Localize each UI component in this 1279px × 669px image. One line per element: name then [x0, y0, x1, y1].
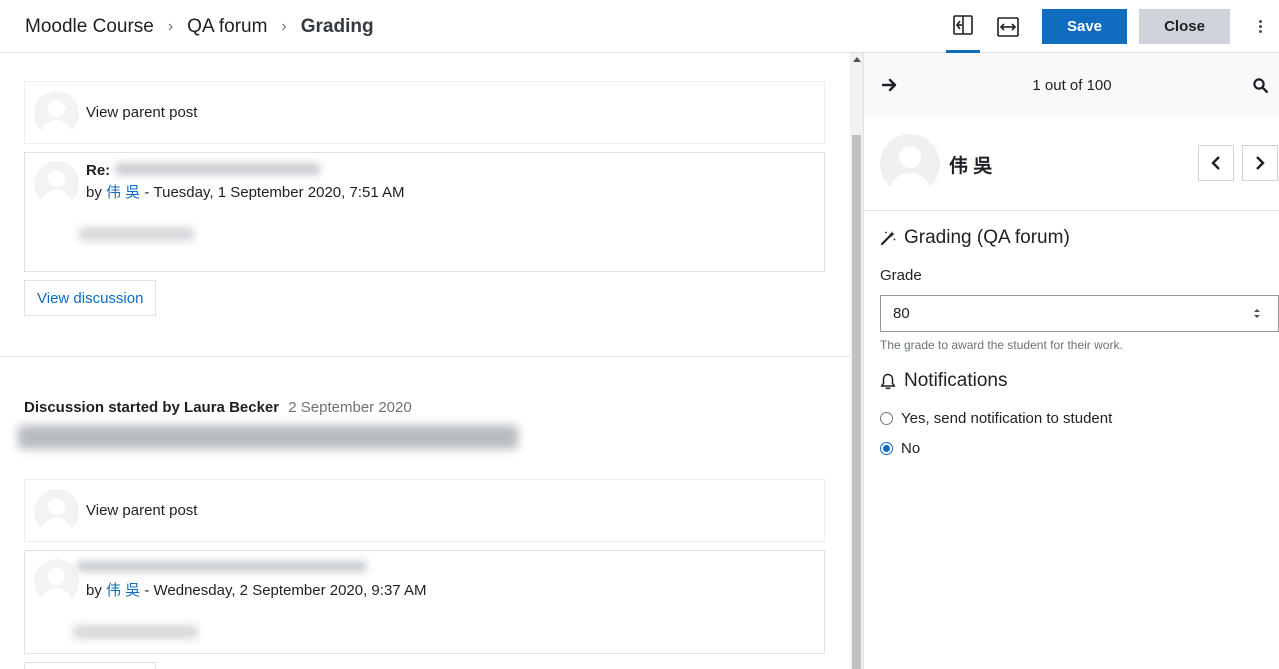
avatar — [880, 134, 940, 194]
reply-post-card: Re: by 伟 吳 - Tuesday, 1 September 2020, … — [24, 152, 825, 272]
collapse-grader-icon — [953, 15, 973, 35]
breadcrumb-separator: › — [167, 17, 174, 35]
avatar — [34, 559, 79, 604]
by-label: by — [86, 582, 102, 599]
divider — [0, 356, 850, 357]
scroll-up-arrow-icon[interactable] — [853, 57, 861, 62]
post-meta: by 伟 吳 - Tuesday, 1 September 2020, 7:51… — [86, 181, 405, 202]
previous-user-button[interactable] — [1198, 145, 1234, 181]
view-discussion-button[interactable]: View discussion — [24, 280, 157, 316]
notify-no-option[interactable]: No — [880, 440, 920, 457]
next-user-button[interactable] — [1242, 145, 1278, 181]
grade-label: Grade — [880, 267, 922, 284]
discussion-header: Discussion started by Laura Becker 2 Sep… — [24, 399, 412, 416]
blurred-discussion-title — [18, 425, 518, 449]
author-link[interactable]: 伟 吳 — [106, 184, 140, 201]
breadcrumb-current: Grading — [300, 15, 374, 37]
parent-post-card: View parent post — [24, 479, 825, 542]
notify-no-label: No — [901, 440, 921, 457]
view-fullwidth-icon — [997, 16, 1019, 37]
by-label: by — [86, 184, 102, 201]
close-button[interactable]: Close — [1139, 9, 1230, 44]
grade-help-text: The grade to award the student for their… — [880, 338, 1123, 352]
user-counter: 1 out of 100 — [1032, 77, 1112, 94]
scrollbar[interactable] — [850, 53, 863, 669]
search-icon[interactable] — [1253, 78, 1269, 97]
grading-section-title: Grading (QA forum) — [880, 227, 1070, 249]
blurred-message — [79, 227, 194, 241]
grade-input[interactable] — [880, 295, 1279, 332]
current-user: 伟 吳 — [864, 117, 1279, 211]
magic-wand-icon — [880, 231, 896, 246]
notifications-title: Notifications — [904, 370, 1008, 391]
avatar — [34, 91, 79, 136]
notifications-section-title: Notifications — [880, 370, 1008, 392]
breadcrumb: Moodle Course › QA forum › Grading — [25, 0, 374, 53]
scroll-thumb[interactable] — [852, 135, 861, 669]
discussion-started-by: Discussion started by Laura Becker — [24, 399, 280, 416]
grading-panel: 1 out of 100 伟 吳 Grading (QA forum) Grad… — [863, 53, 1279, 669]
post-date: - Wednesday, 2 September 2020, 9:37 AM — [140, 582, 427, 599]
fullwidth-button[interactable] — [991, 0, 1025, 53]
blurred-subject — [77, 561, 367, 572]
breadcrumb-forum[interactable]: QA forum — [187, 16, 267, 38]
number-spinner-icon[interactable] — [1252, 306, 1262, 321]
collapse-grader-button[interactable] — [946, 0, 980, 53]
notify-yes-radio[interactable] — [880, 412, 893, 425]
more-options-icon[interactable] — [1252, 15, 1268, 37]
chevron-left-icon — [1211, 156, 1220, 170]
blurred-message — [73, 625, 198, 639]
discussion-date: 2 September 2020 — [288, 399, 412, 416]
view-parent-post-link[interactable]: View parent post — [86, 104, 197, 121]
reply-subject: Re: — [86, 162, 111, 179]
chevron-right-icon — [1256, 156, 1265, 170]
submission-content: View parent post Re: by 伟 吳 - Tuesday, 1… — [0, 53, 850, 669]
breadcrumb-separator: › — [281, 17, 287, 35]
reply-post-card: by 伟 吳 - Wednesday, 2 September 2020, 9:… — [24, 550, 825, 654]
user-name: 伟 吳 — [949, 156, 993, 177]
view-parent-post-link[interactable]: View parent post — [86, 502, 197, 519]
notify-no-radio[interactable] — [880, 442, 893, 455]
grading-title: Grading (QA forum) — [904, 227, 1070, 248]
author-link[interactable]: 伟 吳 — [106, 582, 140, 599]
notify-yes-option[interactable]: Yes, send notification to student — [880, 410, 1112, 427]
page-header: Moodle Course › QA forum › Grading Save … — [0, 0, 1279, 53]
avatar — [34, 161, 79, 206]
blurred-subject — [115, 163, 320, 175]
avatar — [34, 489, 79, 534]
post-date: - Tuesday, 1 September 2020, 7:51 AM — [140, 184, 405, 201]
view-discussion-button[interactable] — [24, 662, 156, 669]
parent-post-card: View parent post — [24, 81, 825, 144]
post-meta: by 伟 吳 - Wednesday, 2 September 2020, 9:… — [86, 579, 426, 600]
user-navigation-bar: 1 out of 100 — [864, 53, 1279, 117]
save-button[interactable]: Save — [1042, 9, 1127, 44]
notify-yes-label: Yes, send notification to student — [901, 410, 1113, 427]
breadcrumb-course[interactable]: Moodle Course — [25, 16, 154, 38]
bell-icon — [880, 373, 896, 389]
